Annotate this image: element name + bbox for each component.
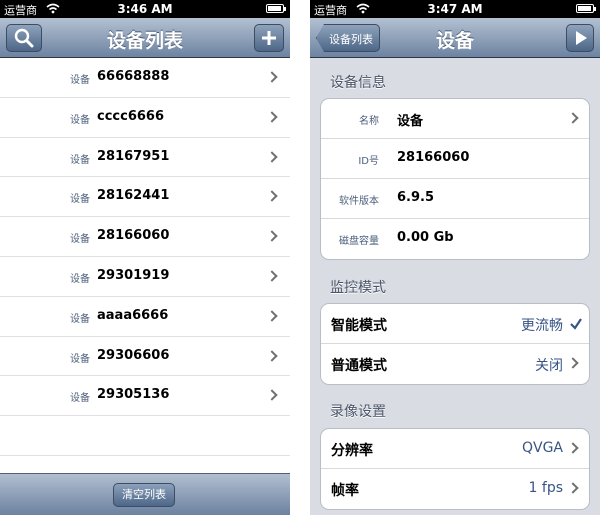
chevron-right-icon — [266, 270, 278, 282]
device-id: 29306606 — [97, 347, 170, 363]
monitor-mode-group: 智能模式 更流畅 普通模式 关闭 — [320, 303, 590, 385]
device-row[interactable]: 设备 28166060 — [0, 217, 290, 257]
normal-mode-row[interactable]: 普通模式 关闭 — [321, 344, 589, 384]
play-button[interactable] — [566, 24, 594, 52]
chevron-right-icon — [567, 112, 579, 124]
device-detail-screen: 运营商 3:47 AM 设备列表 设备 设备信息 名称 设备 ID号 28166… — [310, 0, 600, 515]
device-id: aaaa6666 — [97, 307, 169, 323]
add-device-button[interactable] — [254, 24, 284, 52]
bottom-toolbar: 清空列表 — [0, 473, 290, 515]
chevron-right-icon — [567, 442, 579, 454]
chevron-right-icon — [567, 482, 579, 494]
checkmark-icon — [570, 318, 582, 330]
device-row[interactable]: 设备 cccc6666 — [0, 97, 290, 138]
chevron-right-icon — [266, 349, 278, 362]
device-id: 28162441 — [97, 188, 170, 204]
device-id: cccc6666 — [97, 108, 165, 124]
device-row[interactable]: 设备 29306606 — [0, 336, 290, 377]
battery-icon — [576, 4, 596, 13]
device-id: 28167951 — [97, 148, 170, 164]
device-list-screen: 运营商 3:46 AM 设备列表 设备 66668888 设备 cccc6666 设… — [0, 0, 290, 515]
screen-separator — [290, 0, 310, 515]
device-row[interactable]: 设备 29305136 — [0, 376, 290, 417]
section-header-info: 设备信息 — [330, 75, 386, 91]
device-row[interactable]: 设备 28162441 — [0, 177, 290, 218]
smart-mode-row[interactable]: 智能模式 更流畅 — [321, 304, 589, 344]
status-bar: 运营商 3:46 AM — [0, 0, 290, 18]
device-list: 设备 66668888 设备 cccc6666 设备 28167951 设备 28162… — [0, 58, 290, 456]
frame-rate-row[interactable]: 帧率 1 fps — [321, 469, 589, 509]
chevron-right-icon — [266, 190, 278, 203]
section-header-record: 录像设置 — [330, 404, 386, 420]
clear-list-button[interactable]: 清空列表 — [113, 483, 175, 507]
nav-bar: 设备列表 设备 — [310, 18, 600, 58]
page-title: 设备列表 — [106, 30, 183, 52]
device-row[interactable]: 设备 28167951 — [0, 137, 290, 178]
record-settings-group: 分辨率 QVGA 帧率 1 fps — [320, 428, 590, 510]
chevron-right-icon — [266, 111, 278, 123]
device-info-group: 名称 设备 ID号 28166060 软件版本 6.9.5 磁盘容量 0.00 … — [320, 98, 590, 260]
device-id: 28166060 — [97, 228, 170, 244]
page-title: 设备 — [435, 30, 474, 52]
device-id: 66668888 — [97, 69, 170, 84]
device-id: 29301919 — [97, 267, 170, 283]
nav-bar: 设备列表 — [0, 18, 290, 58]
empty-row — [0, 416, 290, 456]
info-row-id: ID号 28166060 — [321, 139, 589, 179]
device-row[interactable]: 设备 aaaa6666 — [0, 296, 290, 337]
device-row[interactable]: 设备 66668888 — [0, 58, 290, 98]
chevron-right-icon — [266, 71, 278, 83]
info-row-name[interactable]: 名称 设备 — [321, 99, 589, 139]
device-id: 29305136 — [97, 387, 170, 403]
chevron-right-icon — [266, 389, 278, 402]
section-header-monitor: 监控模式 — [330, 280, 386, 296]
play-icon — [576, 31, 587, 45]
chevron-right-icon — [567, 357, 579, 369]
chevron-right-icon — [266, 150, 278, 163]
status-bar: 运营商 3:47 AM — [310, 0, 600, 18]
battery-icon — [266, 4, 286, 13]
chevron-right-icon — [266, 310, 278, 322]
info-row-version: 软件版本 6.9.5 — [321, 179, 589, 219]
chevron-right-icon — [266, 230, 278, 242]
info-row-disk: 磁盘容量 0.00 Gb — [339, 230, 454, 247]
status-time: 3:47 AM — [427, 2, 483, 16]
plus-icon — [262, 31, 276, 45]
device-row[interactable]: 设备 29301919 — [0, 256, 290, 297]
status-time: 3:46 AM — [117, 2, 173, 16]
resolution-row[interactable]: 分辨率 QVGA — [321, 429, 589, 469]
